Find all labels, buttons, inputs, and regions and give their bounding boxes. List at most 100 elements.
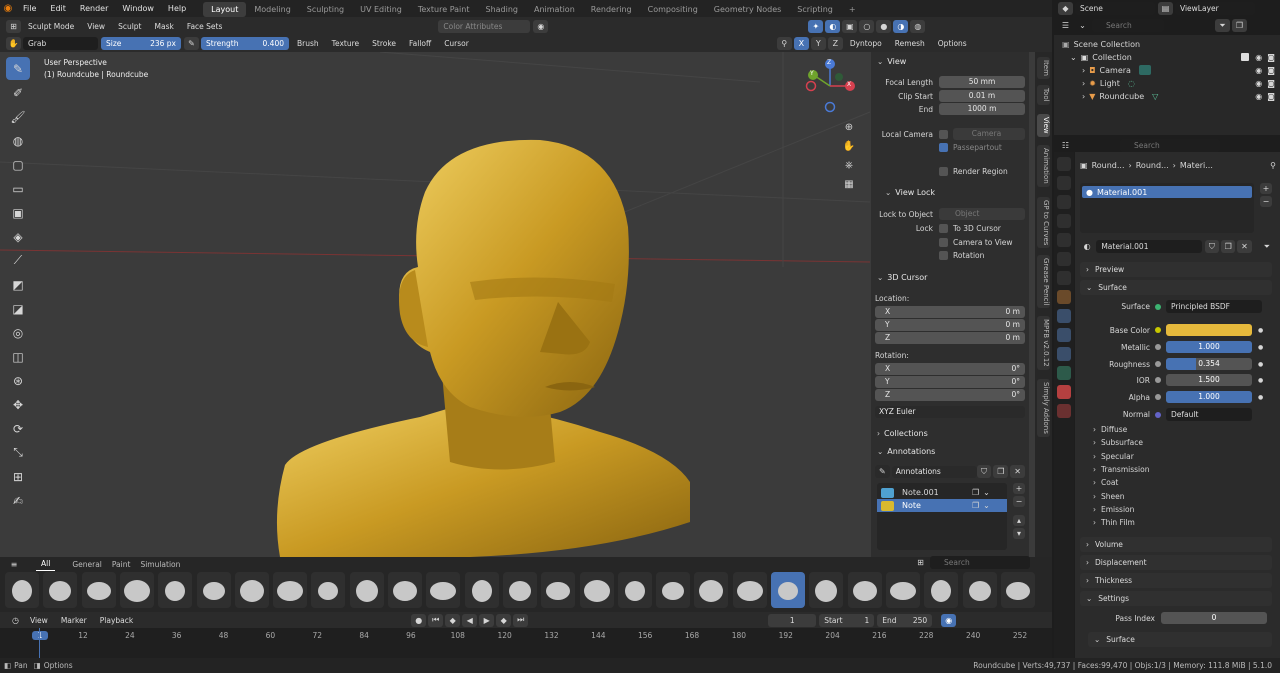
clip-end-field[interactable]: 1000 m [939, 103, 1025, 115]
settings-panel-header[interactable]: ⌄ Settings [1080, 591, 1272, 606]
base-color-swatch[interactable] [1166, 324, 1252, 336]
cursor-rotation-z[interactable]: Z 0° [875, 389, 1025, 401]
bsdf-subpanel-header[interactable]: › Diffuse [1093, 425, 1127, 434]
chevron-down-icon[interactable]: ⌄ [885, 188, 891, 197]
brush-thumbnail[interactable] [771, 572, 805, 608]
draw-brush-tool-icon[interactable]: ✎ [6, 57, 30, 80]
chevron-down-icon[interactable]: ⌄ [877, 57, 883, 66]
link-filter-icon[interactable]: ⏷ [1260, 240, 1274, 253]
unlink-material-icon[interactable]: ✕ [1237, 240, 1252, 253]
normal-field[interactable]: Default [1166, 408, 1252, 421]
add-layer-button[interactable]: + [1013, 483, 1025, 494]
cloth-filter-tool-icon[interactable]: ◪ [6, 297, 30, 320]
record-keyframe-icon[interactable]: ● [411, 613, 427, 627]
paint-tool-icon[interactable]: 🖌 [6, 105, 30, 128]
modifier-tab-icon[interactable] [1057, 309, 1071, 323]
collections-section-title[interactable]: Collections [884, 429, 928, 438]
menu-file[interactable]: File [16, 0, 43, 17]
tab-grease-pencil[interactable]: Grease Pencil [1037, 255, 1050, 309]
add-workspace-button[interactable]: + [841, 2, 864, 17]
brush-thumbnail[interactable] [119, 572, 154, 608]
add-slot-button[interactable]: + [1260, 183, 1272, 194]
remove-layer-button[interactable]: − [1013, 496, 1025, 507]
brush-thumbnail[interactable] [694, 572, 729, 608]
xray-icon[interactable]: ▣ [842, 19, 858, 33]
brush-thumbnail[interactable] [196, 572, 231, 608]
tab-uv-editing[interactable]: UV Editing [352, 2, 410, 17]
collection-tab-icon[interactable] [1057, 271, 1071, 285]
shelf-tab-paint[interactable]: Paint [107, 558, 136, 571]
camera-view-icon[interactable]: ⎈ [840, 156, 858, 174]
brush-thumbnail[interactable] [234, 572, 269, 608]
mesh-data-icon[interactable]: ▽ [1152, 92, 1158, 101]
keyframe-dot-icon[interactable]: ● [1258, 394, 1263, 401]
play-icon[interactable]: ▶ [479, 613, 495, 627]
hide-icon[interactable]: ⌄ [983, 488, 990, 497]
shield-icon[interactable]: ⛉ [976, 465, 992, 478]
pan-hand-icon[interactable]: ✋ [840, 137, 858, 155]
cursor-rotation-y[interactable]: Y 0° [875, 376, 1025, 388]
brush-thumbnail[interactable] [273, 572, 308, 608]
roughness-slider[interactable]: 0.354 [1166, 358, 1252, 370]
tab-shading[interactable]: Shading [477, 2, 526, 17]
remesh-menu[interactable]: Remesh [890, 37, 930, 50]
bsdf-subpanel-header[interactable]: › Thin Film [1093, 518, 1135, 527]
brush-thumbnail[interactable] [5, 572, 39, 608]
mask-by-color-tool-icon[interactable]: ⊛ [6, 369, 30, 392]
hide-icon[interactable]: ⌄ [983, 501, 990, 510]
stroke-menu[interactable]: Stroke [367, 37, 401, 50]
timeline-editor-icon[interactable]: ◷ [8, 614, 23, 627]
bsdf-subpanel-header[interactable]: › Sheen [1093, 492, 1125, 501]
cursor-location-x[interactable]: X 0 m [875, 306, 1025, 318]
mode-selector[interactable]: Sculpt Mode [23, 20, 79, 33]
note-color-swatch[interactable] [881, 500, 894, 511]
brush-thumbnail[interactable] [81, 572, 116, 608]
shelf-display-icon[interactable]: ⊞ [913, 556, 928, 569]
keyframe-dot-icon[interactable]: ● [1258, 361, 1263, 368]
new-collection-icon[interactable]: ❐ [1232, 19, 1247, 32]
overlay-toggle-icon[interactable]: ◐ [825, 19, 841, 33]
move-tool-icon[interactable]: ✥ [6, 393, 30, 416]
brush-thumbnail[interactable] [924, 572, 959, 608]
menu-face-sets[interactable]: Face Sets [182, 20, 228, 33]
material-name-field[interactable]: Material.001 [1096, 240, 1202, 253]
start-frame-field[interactable]: Start 1 [819, 613, 875, 627]
prev-keyframe-icon[interactable]: ◆ [445, 613, 461, 627]
chevron-down-icon[interactable]: ⌄ [1070, 53, 1077, 62]
outliner-filter-icon[interactable]: ⏷ [1215, 19, 1230, 32]
chevron-right-icon[interactable]: › [1082, 92, 1085, 101]
passepartout-checkbox[interactable] [939, 143, 948, 152]
end-frame-field[interactable]: End 250 [877, 613, 933, 627]
brush-thumbnail[interactable] [847, 572, 882, 608]
zoom-icon[interactable]: ⊕ [840, 118, 858, 136]
pass-index-field[interactable]: 0 [1161, 612, 1267, 624]
annotations-section-title[interactable]: Annotations [887, 447, 935, 456]
view-lock-section-title[interactable]: View Lock [895, 188, 935, 197]
color-attributes-button[interactable]: Color Attributes [438, 19, 531, 33]
remove-slot-button[interactable]: − [1260, 196, 1272, 207]
tab-rendering[interactable]: Rendering [583, 2, 640, 17]
timeline-menu-playback[interactable]: Playback [95, 614, 138, 627]
cursor-location-y[interactable]: Y 0 m [875, 319, 1025, 331]
tab-scripting[interactable]: Scripting [789, 2, 841, 17]
shading-material-icon[interactable]: ◑ [893, 19, 909, 33]
tab-tool[interactable]: Tool [1037, 85, 1050, 105]
volume-panel-header[interactable]: › Volume [1080, 537, 1272, 552]
annotation-datablock-icon[interactable]: ✎ [875, 465, 890, 478]
shelf-tab-general[interactable]: General [67, 558, 107, 571]
exclude-checkbox[interactable] [1241, 53, 1250, 61]
bsdf-subpanel-header[interactable]: › Transmission [1093, 465, 1149, 474]
brush-thumbnail[interactable] [579, 572, 614, 608]
jump-start-icon[interactable]: ⏮ [428, 613, 444, 627]
camera-visibility-icon[interactable]: ◙ [1267, 66, 1275, 75]
chevron-right-icon[interactable]: › [1082, 66, 1085, 75]
tab-animation-side[interactable]: Animation [1037, 145, 1050, 187]
brush-thumbnail[interactable] [617, 572, 652, 608]
camera-visibility-icon[interactable]: ◙ [1267, 92, 1275, 101]
brush-thumbnail[interactable] [809, 572, 844, 608]
lock-to-object-field[interactable]: Object [939, 208, 1025, 220]
chevron-down-icon[interactable]: ⌄ [877, 447, 883, 456]
grab-brush-icon[interactable]: ✋ [6, 37, 21, 50]
shading-solid-icon[interactable]: ● [876, 19, 892, 33]
tab-geometry-nodes[interactable]: Geometry Nodes [706, 2, 789, 17]
